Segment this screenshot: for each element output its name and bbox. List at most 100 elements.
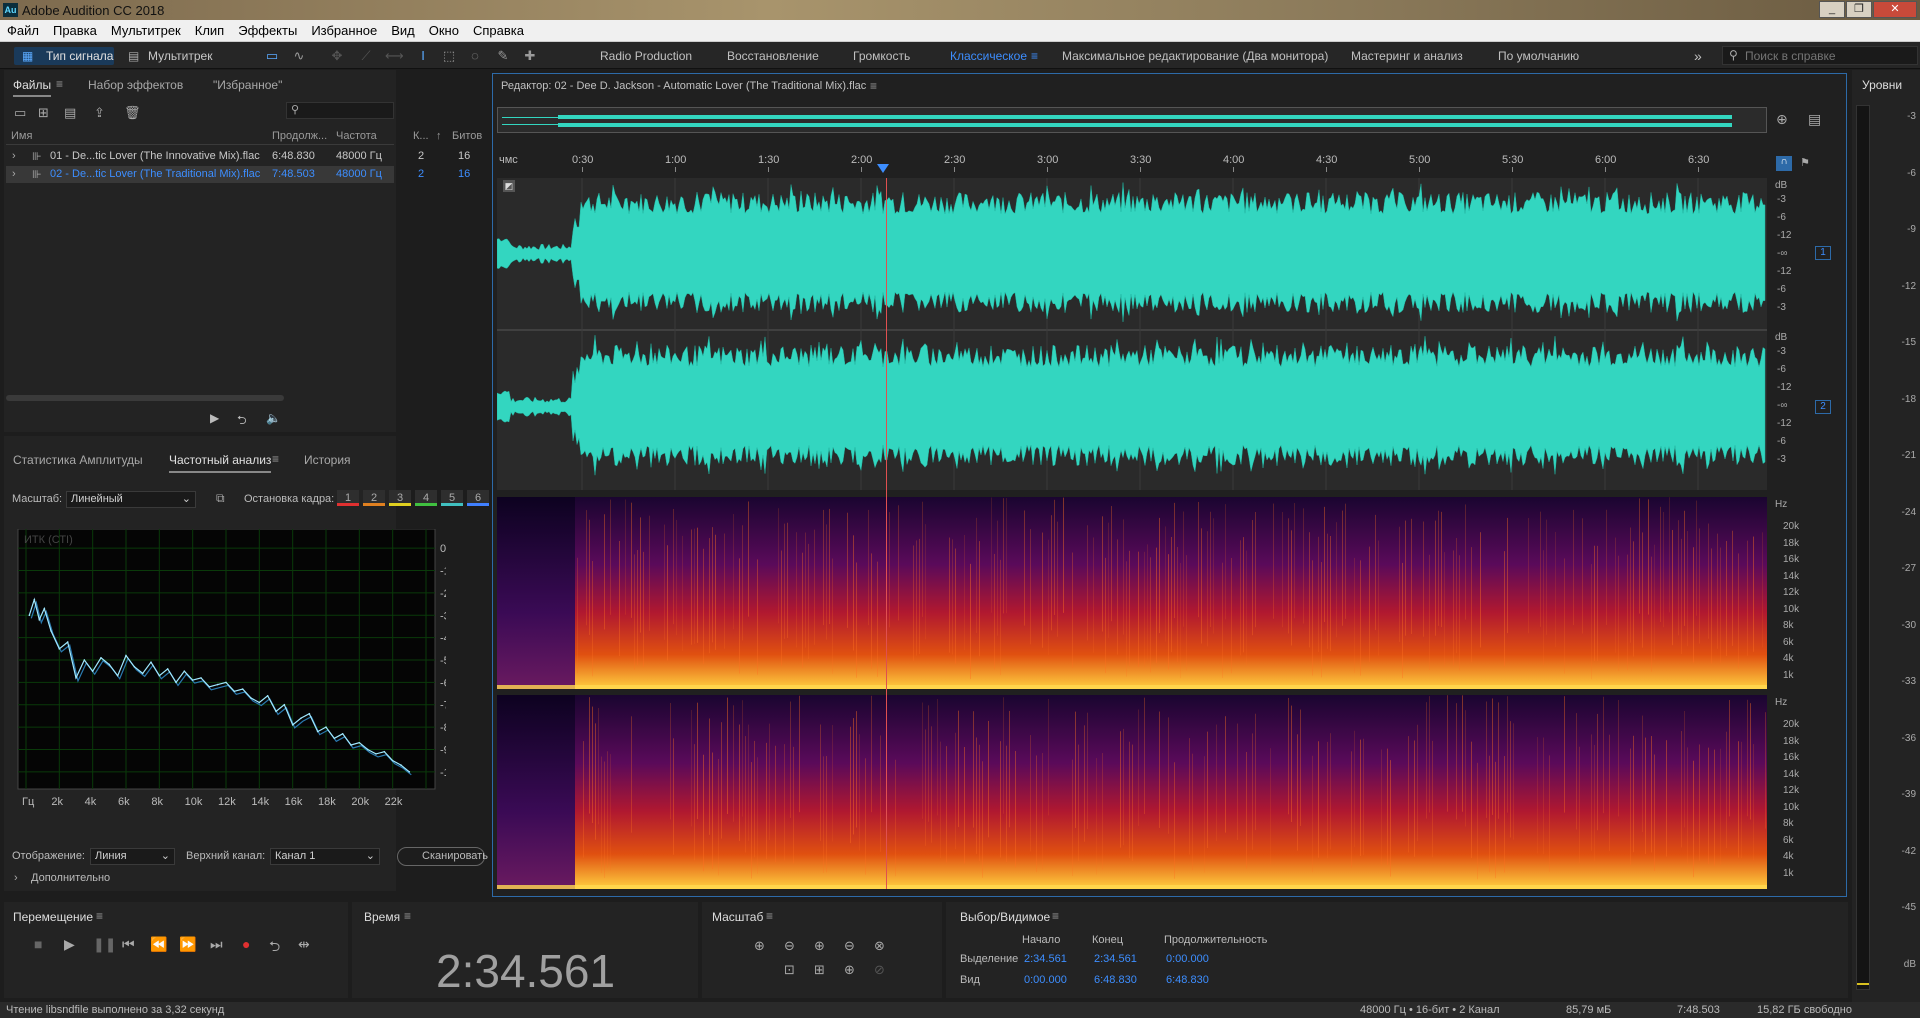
column-channels[interactable]: К...	[413, 130, 429, 142]
time-selection-tool-icon[interactable]: I	[414, 47, 432, 64]
panel-menu-icon[interactable]: ≡	[404, 909, 411, 923]
fast-forward-icon[interactable]: ⏩	[179, 936, 196, 953]
menu-favorites[interactable]: Избранное	[304, 20, 384, 38]
tab-effects-rack[interactable]: Набор эффектов	[88, 78, 183, 92]
scan-button[interactable]: Сканировать	[397, 847, 488, 866]
multitrack-view-button[interactable]: ▤ Мультитрек	[124, 47, 224, 65]
chevron-right-icon[interactable]: ›	[12, 168, 16, 180]
channel-dropdown[interactable]: Канал 1 ⌄	[270, 848, 380, 865]
freeze-button-1[interactable]: 1	[337, 490, 359, 506]
menu-help[interactable]: Справка	[466, 20, 531, 38]
import-file-icon[interactable]: ⊞	[38, 105, 49, 121]
loop-preview-icon[interactable]: ⮌	[237, 411, 247, 432]
skip-selection-icon[interactable]: ⇹	[298, 936, 310, 953]
freeze-button-6[interactable]: 6	[467, 490, 489, 506]
zoom-in-amplitude-icon[interactable]: ⊕	[754, 938, 765, 954]
zoom-out-full-icon[interactable]: ⊗	[874, 938, 885, 954]
chevron-right-icon[interactable]: ›	[12, 150, 16, 162]
selection-start-field[interactable]: 2:34.561	[1024, 953, 1067, 965]
zoom-out-amplitude-icon[interactable]: ⊖	[784, 938, 795, 954]
help-search-input[interactable]	[1745, 48, 1915, 63]
trash-icon[interactable]: 🗑	[124, 105, 141, 121]
open-file-icon[interactable]: ▭	[14, 105, 26, 121]
files-filter-input[interactable]: ⚲	[286, 102, 394, 119]
workspace-max-editing[interactable]: Максимальное редактирование (Два монитор…	[1062, 47, 1328, 65]
file-row[interactable]: › ⊪ 01 - De...tic Lover (The Innovative …	[6, 148, 470, 165]
workspace-radio-production[interactable]: Radio Production	[600, 47, 692, 65]
panel-menu-icon[interactable]: ≡	[1052, 909, 1059, 923]
menu-multitrack[interactable]: Мультитрек	[104, 20, 188, 38]
overview-menu-icon[interactable]: ▤	[1808, 111, 1821, 128]
lasso-tool-icon[interactable]: ◌	[466, 47, 484, 64]
panel-menu-icon[interactable]: ≡	[870, 79, 877, 93]
workspace-overflow-button[interactable]: »	[1694, 47, 1702, 65]
capture-frame-icon[interactable]: ⧉	[216, 491, 225, 506]
column-rate[interactable]: Частота	[336, 130, 377, 142]
loop-icon[interactable]: ⮌	[269, 936, 280, 960]
workspace-menu-icon[interactable]: ≡	[1031, 47, 1038, 65]
sort-arrow-icon[interactable]: ↑	[436, 130, 442, 142]
maximize-button[interactable]: ❐	[1846, 1, 1872, 18]
playhead-handle[interactable]	[877, 164, 889, 173]
minimize-button[interactable]: _	[1819, 1, 1845, 18]
pitch-display-icon[interactable]: ∿	[290, 47, 308, 64]
brush-tool-icon[interactable]: ✎	[494, 47, 512, 64]
chevron-right-icon[interactable]: ›	[14, 872, 18, 884]
panel-menu-icon[interactable]: ≡	[766, 909, 773, 923]
move-tool-icon[interactable]: ✥	[328, 47, 346, 64]
record-icon[interactable]: ●	[242, 936, 250, 952]
marquee-tool-icon[interactable]: ⬚	[440, 47, 458, 64]
autoplay-icon[interactable]: 🔈	[266, 411, 281, 425]
spectral-display[interactable]	[497, 497, 1767, 889]
slip-tool-icon[interactable]: ⟷	[385, 47, 404, 64]
zoom-to-selection-icon[interactable]: ⊡	[784, 962, 795, 978]
scale-dropdown[interactable]: Линейный ⌄	[66, 491, 196, 508]
help-search-box[interactable]: ⚲	[1722, 46, 1918, 65]
view-duration-field[interactable]: 6:48.830	[1166, 974, 1209, 986]
zoom-in-edge-icon[interactable]: ⊞	[814, 962, 825, 978]
column-duration[interactable]: Продолж...	[272, 130, 327, 142]
stop-icon[interactable]: ■	[34, 936, 42, 952]
zoom-in-time-icon[interactable]: ⊕	[814, 938, 825, 954]
new-file-icon[interactable]: ▤	[64, 105, 76, 121]
horizontal-scrollbar[interactable]	[6, 395, 284, 401]
menu-clip[interactable]: Клип	[188, 20, 231, 38]
advanced-toggle[interactable]: Дополнительно	[31, 872, 110, 884]
panel-menu-icon[interactable]: ≡	[56, 77, 63, 91]
zoom-selection-icon[interactable]: ⊕	[844, 962, 855, 978]
tab-favorites[interactable]: "Избранное"	[213, 78, 282, 92]
rewind-icon[interactable]: ⏪	[150, 936, 167, 953]
display-dropdown[interactable]: Линия ⌄	[90, 848, 175, 865]
waveform-view-button[interactable]: ▦ Тип сигнала	[14, 47, 114, 65]
selection-duration-field[interactable]: 0:00.000	[1166, 953, 1209, 965]
freeze-button-4[interactable]: 4	[415, 490, 437, 506]
time-ruler[interactable]: чмс 0:30 1:00 1:30 2:00 2:30 3:00 3:30 4:00 4:30…	[497, 154, 1767, 172]
snap-icon[interactable]: ∩	[1776, 156, 1792, 171]
zoom-out-time-icon[interactable]: ⊖	[844, 938, 855, 954]
play-preview-icon[interactable]: ▶	[210, 411, 219, 425]
selection-end-field[interactable]: 2:34.561	[1094, 953, 1137, 965]
healing-brush-icon[interactable]: ✚	[521, 47, 539, 64]
insert-multitrack-icon[interactable]: ⇪	[94, 105, 105, 121]
tab-files[interactable]: Файлы	[13, 78, 52, 97]
workspace-loudness[interactable]: Громкость	[853, 47, 910, 65]
freeze-button-5[interactable]: 5	[441, 490, 463, 506]
pause-icon[interactable]: ❚❚	[93, 936, 116, 953]
workspace-restoration[interactable]: Восстановление	[727, 47, 819, 65]
workspace-mastering[interactable]: Мастеринг и анализ	[1351, 47, 1463, 65]
view-end-field[interactable]: 6:48.830	[1094, 974, 1137, 986]
tab-amplitude-stats[interactable]: Статистика Амплитуды	[13, 453, 143, 467]
panel-menu-icon[interactable]: ≡	[272, 452, 279, 466]
current-time-display[interactable]: 2:34.561	[436, 944, 615, 998]
channel-2-badge[interactable]: 2	[1815, 400, 1831, 414]
close-button[interactable]: ✕	[1873, 1, 1917, 18]
tab-history[interactable]: История	[304, 453, 351, 467]
hud-toggle-icon[interactable]: ◩	[503, 180, 515, 192]
frequency-plot[interactable]: ИТК (СТI)дБ0-10-20-30-40-50-60-70-80-90-…	[16, 529, 446, 812]
spectral-display-icon[interactable]: ▭	[263, 47, 281, 64]
file-row[interactable]: › ⊪ 02 - De...tic Lover (The Traditional…	[6, 166, 470, 183]
menu-edit[interactable]: Правка	[46, 20, 104, 38]
workspace-classic[interactable]: Классическое	[950, 47, 1027, 65]
tab-frequency-analysis[interactable]: Частотный анализ	[169, 453, 272, 473]
menu-effects[interactable]: Эффекты	[231, 20, 304, 38]
